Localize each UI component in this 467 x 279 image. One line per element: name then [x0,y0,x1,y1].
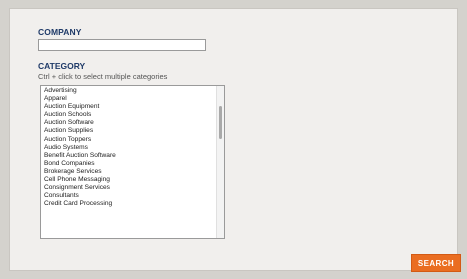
category-option[interactable]: Auction Equipment [44,103,214,111]
category-list: Advertising Apparel Auction Equipment Aucti… [44,87,214,208]
category-option[interactable]: Consignment Services [44,184,214,192]
search-button[interactable]: SEARCH [411,254,461,272]
category-option[interactable]: Cell Phone Messaging [44,176,214,184]
category-option[interactable]: Auction Toppers [44,136,214,144]
category-option[interactable]: Brokerage Services [44,168,214,176]
category-option[interactable]: Auction Software [44,119,214,127]
listbox-scrollbar[interactable] [216,86,224,238]
category-listbox[interactable]: Advertising Apparel Auction Equipment Aucti… [40,85,225,239]
category-label: CATEGORY [38,61,86,71]
category-option[interactable]: Credit Card Processing [44,200,214,208]
category-option[interactable]: Benefit Auction Software [44,152,214,160]
category-hint: Ctrl + click to select multiple categori… [38,72,168,81]
category-option[interactable]: Advertising [44,87,214,95]
search-form-panel: COMPANY CATEGORY Ctrl + click to select … [9,8,461,272]
category-option[interactable]: Auction Supplies [44,127,214,135]
category-option[interactable]: Apparel [44,95,214,103]
scrollbar-thumb[interactable] [219,106,222,139]
category-option[interactable]: Auction Schools [44,111,214,119]
company-label: COMPANY [38,27,82,37]
category-option[interactable]: Consultants [44,192,214,200]
category-option[interactable]: Audio Systems [44,144,214,152]
company-input[interactable] [38,39,206,51]
category-option[interactable]: Bond Companies [44,160,214,168]
